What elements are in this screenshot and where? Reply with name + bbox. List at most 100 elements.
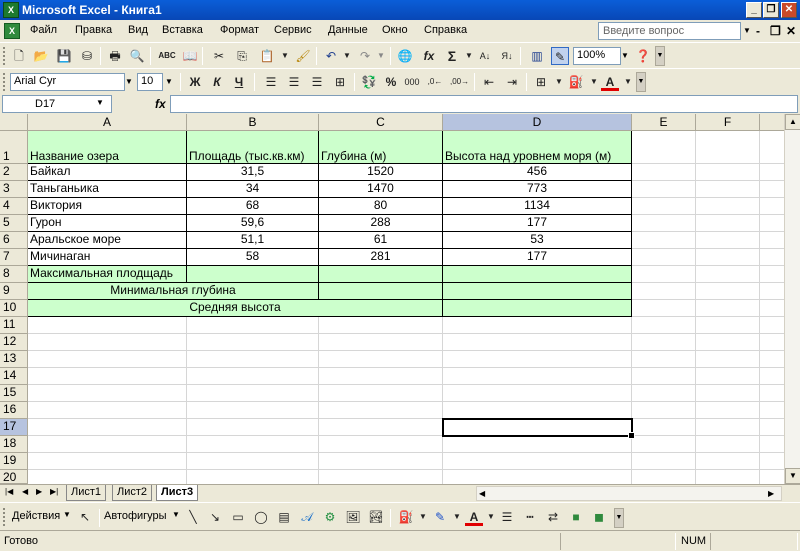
column-header-b[interactable]: B [187, 114, 319, 131]
cell-b8[interactable] [187, 266, 319, 283]
column-header-a[interactable]: A [28, 114, 187, 131]
cell-d7[interactable]: 177 [443, 249, 632, 266]
save-icon[interactable]: 💾 [55, 47, 73, 65]
arrow-style-icon[interactable]: ⇄ [544, 508, 562, 526]
empty-cell[interactable] [443, 334, 632, 351]
row-header-20[interactable]: 20 [0, 470, 28, 484]
comma-style-button[interactable]: 000 [403, 73, 421, 91]
print-preview-icon[interactable]: 🔍 [128, 47, 146, 65]
empty-cell[interactable] [760, 198, 784, 215]
empty-cell[interactable] [760, 470, 784, 484]
empty-cell[interactable] [187, 436, 319, 453]
currency-icon[interactable]: 💱 [360, 73, 378, 91]
scroll-up-icon[interactable]: ▲ [785, 114, 800, 130]
research-icon[interactable]: 📖 [181, 47, 199, 65]
doc-close-button[interactable]: ✕ [786, 24, 796, 38]
empty-cell[interactable] [443, 368, 632, 385]
cell-b3[interactable]: 34 [187, 181, 319, 198]
empty-cell[interactable] [632, 232, 696, 249]
empty-cell[interactable] [319, 402, 443, 419]
empty-cell[interactable] [187, 470, 319, 484]
paste-icon[interactable]: 📋 [258, 47, 276, 65]
cell-d10[interactable] [443, 300, 632, 317]
decrease-indent-icon[interactable]: ⇤ [480, 73, 498, 91]
scroll-left-icon[interactable]: ◀ [479, 489, 485, 498]
text-box-icon[interactable]: ▤ [275, 508, 293, 526]
empty-cell[interactable] [760, 249, 784, 266]
next-sheet-icon[interactable]: ▶ [36, 487, 42, 496]
empty-cell[interactable] [187, 317, 319, 334]
chart-wizard-icon[interactable]: ▥ [528, 47, 546, 65]
3d-style-icon[interactable]: ◼ [590, 508, 608, 526]
empty-cell[interactable] [632, 266, 696, 283]
empty-cell[interactable] [696, 317, 760, 334]
oval-icon[interactable]: ◯ [252, 508, 270, 526]
zoom-dropdown-icon[interactable]: ▼ [619, 47, 631, 65]
empty-cell[interactable] [187, 334, 319, 351]
cell-c6[interactable]: 61 [319, 232, 443, 249]
menu-window[interactable]: Окно [382, 24, 408, 36]
fill-color-icon[interactable]: ⛽ [567, 73, 585, 91]
empty-cell[interactable] [632, 419, 696, 436]
spelling-icon[interactable]: ABC [158, 47, 176, 65]
empty-cell[interactable] [760, 402, 784, 419]
row-header-11[interactable]: 11 [0, 317, 28, 334]
scroll-right-icon[interactable]: ▶ [768, 489, 774, 498]
zoom-combo[interactable]: 100% [573, 47, 621, 65]
sort-descending-icon[interactable]: Я↓ [498, 47, 516, 65]
empty-cell[interactable] [696, 215, 760, 232]
empty-cell[interactable] [632, 385, 696, 402]
cell-a4[interactable]: Виктория [28, 198, 187, 215]
row-header-17[interactable]: 17 [0, 419, 28, 436]
row-header-19[interactable]: 19 [0, 453, 28, 470]
horizontal-scrollbar[interactable]: ◀ ▶ [476, 486, 782, 501]
empty-cell[interactable] [187, 419, 319, 436]
fx-icon[interactable]: fx [155, 97, 166, 111]
empty-cell[interactable] [696, 249, 760, 266]
row-header-5[interactable]: 5 [0, 215, 28, 232]
sort-ascending-icon[interactable]: A↓ [476, 47, 494, 65]
empty-cell[interactable] [696, 402, 760, 419]
percent-style-button[interactable]: % [382, 73, 400, 91]
toolbar-grip[interactable] [3, 47, 7, 65]
empty-cell[interactable] [760, 453, 784, 470]
column-header-e[interactable]: E [632, 114, 696, 131]
empty-cell[interactable] [632, 453, 696, 470]
cell-a10-merged[interactable]: Средняя высота [28, 300, 443, 317]
empty-cell[interactable] [443, 385, 632, 402]
help-dropdown-icon[interactable]: ▼ [743, 26, 751, 35]
cell-c5[interactable]: 288 [319, 215, 443, 232]
drawing-toolbar-grip[interactable] [3, 508, 7, 526]
cell-b7[interactable]: 58 [187, 249, 319, 266]
empty-cell[interactable] [632, 181, 696, 198]
row-header-13[interactable]: 13 [0, 351, 28, 368]
cell-d6[interactable]: 53 [443, 232, 632, 249]
arrow-icon[interactable]: ↘ [206, 508, 224, 526]
empty-cell[interactable] [760, 300, 784, 317]
excel-app-icon[interactable]: X [3, 2, 19, 18]
empty-cell[interactable] [760, 181, 784, 198]
cell-a6[interactable]: Аральское море [28, 232, 187, 249]
menu-help[interactable]: Справка [424, 24, 467, 36]
borders-icon[interactable]: ⊞ [532, 73, 550, 91]
help-icon[interactable]: ❓ [634, 47, 652, 65]
select-objects-icon[interactable]: ↖ [76, 508, 94, 526]
clip-art-icon[interactable]: 🖼 [344, 508, 362, 526]
empty-cell[interactable] [760, 385, 784, 402]
empty-cell[interactable] [760, 232, 784, 249]
column-header-c[interactable]: C [319, 114, 443, 131]
row-header-4[interactable]: 4 [0, 198, 28, 215]
document-icon[interactable]: X [4, 23, 20, 39]
dash-style-icon[interactable]: ┅ [521, 508, 539, 526]
empty-cell[interactable] [319, 453, 443, 470]
cell-c1[interactable]: Глубина (м) [319, 131, 443, 164]
cell-d9[interactable] [443, 283, 632, 300]
vertical-scrollbar[interactable]: ▲ ▼ [784, 114, 800, 484]
menu-tools[interactable]: Сервис [274, 24, 312, 36]
select-all-corner[interactable] [0, 114, 28, 131]
drawing-toolbar-options-icon[interactable]: ▼ [614, 508, 624, 528]
cell-a2[interactable]: Байкал [28, 164, 187, 181]
empty-cell[interactable] [28, 334, 187, 351]
empty-cell[interactable] [696, 351, 760, 368]
redo-dropdown-icon[interactable]: ▼ [372, 47, 390, 65]
